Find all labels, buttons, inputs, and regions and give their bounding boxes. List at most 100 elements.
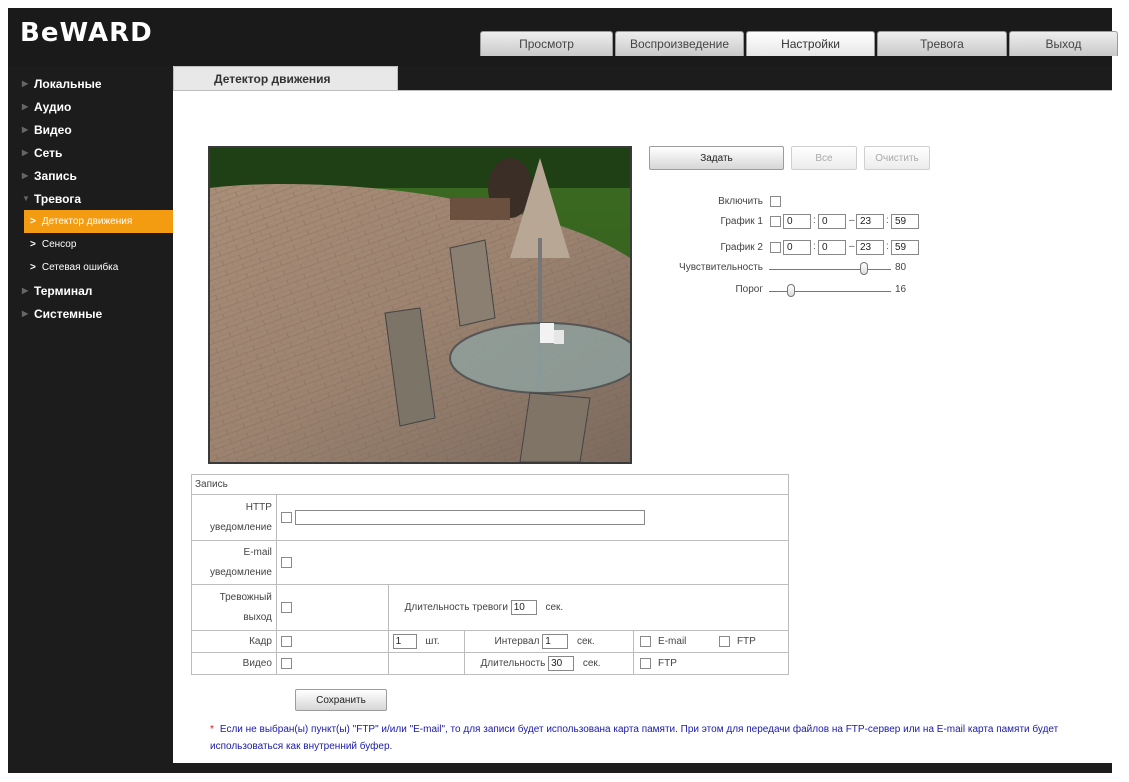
triangle-down-icon: ▼ <box>22 194 30 203</box>
divider <box>173 90 1112 91</box>
frame-checkbox[interactable] <box>280 635 292 647</box>
schedule2-checkbox[interactable] <box>770 242 781 253</box>
email-notify-checkbox[interactable] <box>280 556 292 568</box>
triangle-right-icon: ▶ <box>22 79 29 88</box>
alarm-duration-label: Длительность тревоги <box>404 602 508 614</box>
schedule2-label: График 2 <box>720 242 763 253</box>
sidebar-item-network[interactable]: ▶ Сеть <box>8 141 173 164</box>
sidebar-item-video[interactable]: ▶ Видео <box>8 118 173 141</box>
duration-input[interactable]: 30 <box>548 656 575 671</box>
threshold-label: Порог <box>735 284 763 295</box>
sidebar-item-system[interactable]: ▶ Системные <box>8 302 173 325</box>
camera-image <box>210 148 630 462</box>
footnote: * Если не выбран(ы) пункт(ы) "FTP" и/или … <box>210 721 1110 755</box>
schedule2-end-minute[interactable]: 59 <box>891 240 919 255</box>
record-header: Запись <box>191 474 789 495</box>
main-tabs: Просмотр Воспроизведение Настройки Трево… <box>480 31 1120 56</box>
video-preview[interactable] <box>208 146 632 464</box>
tab-strip <box>398 66 1112 90</box>
time-separator: : <box>813 215 816 226</box>
sidebar-item-label: Сеть <box>34 145 63 160</box>
threshold-slider-thumb[interactable] <box>787 284 796 297</box>
time-separator: : <box>886 215 889 226</box>
sidebar-item-audio[interactable]: ▶ Аудио <box>8 95 173 118</box>
alarm-duration-input[interactable]: 10 <box>510 600 537 615</box>
sensitivity-slider-track[interactable] <box>769 269 891 270</box>
chevron-right-icon: > <box>30 262 36 273</box>
frame-email-label: E-mail <box>658 636 687 648</box>
threshold-value: 16 <box>895 284 907 295</box>
footnote-text: Если не выбран(ы) пункт(ы) "FTP" и/или "… <box>210 724 1059 752</box>
http-url-input[interactable] <box>294 510 645 525</box>
sidebar-sub-sensor[interactable]: > Сенсор <box>8 233 173 256</box>
select-all-button[interactable]: Все <box>791 146 857 170</box>
sidebar-sub-label: Детектор движения <box>41 216 133 227</box>
sidebar-item-label: Аудио <box>34 99 72 114</box>
sensitivity-label: Чувствительность <box>679 262 763 273</box>
video-checkbox[interactable] <box>280 657 292 669</box>
duration-label: Длительность <box>480 658 546 670</box>
sidebar-item-label: Системные <box>34 306 103 321</box>
frame-count-unit: шт. <box>425 636 440 648</box>
tab-view[interactable]: Просмотр <box>480 31 613 56</box>
sidebar-sub-network-error[interactable]: > Сетевая ошибка <box>8 256 173 279</box>
range-dash: – <box>849 215 855 226</box>
triangle-right-icon: ▶ <box>22 102 29 111</box>
frame-count-input[interactable]: 1 <box>392 634 417 649</box>
sidebar-item-label: Видео <box>34 122 72 137</box>
schedule1-label: График 1 <box>720 216 763 227</box>
footnote-star: * <box>210 724 214 735</box>
brand-logo: BeWARD <box>20 18 153 48</box>
frame-ftp-checkbox[interactable] <box>719 635 731 647</box>
set-button[interactable]: Задать <box>649 146 784 170</box>
range-dash: – <box>849 241 855 252</box>
http-checkbox[interactable] <box>280 512 292 523</box>
triangle-right-icon: ▶ <box>22 148 29 157</box>
schedule1-end-hour[interactable]: 23 <box>856 214 884 229</box>
sidebar-sub-motion-detector[interactable]: > Детектор движения <box>24 210 173 233</box>
sidebar-sub-label: Сенсор <box>41 239 77 250</box>
content-tab-motion-detector[interactable]: Детектор движения <box>173 66 398 90</box>
sidebar-item-record[interactable]: ▶ Запись <box>8 164 173 187</box>
triangle-right-icon: ▶ <box>22 309 29 318</box>
sidebar-item-alarm[interactable]: ▼ Тревога <box>8 187 173 210</box>
tab-playback[interactable]: Воспроизведение <box>615 31 744 56</box>
sidebar-item-label: Локальные <box>34 76 102 91</box>
tab-logout[interactable]: Выход <box>1009 31 1118 56</box>
sensitivity-slider-thumb[interactable] <box>860 262 869 275</box>
chevron-right-icon: > <box>30 239 36 250</box>
time-separator: : <box>813 241 816 252</box>
schedule2-start-minute[interactable]: 0 <box>818 240 846 255</box>
sidebar-item-label: Запись <box>34 168 77 183</box>
sidebar-item-label: Тревога <box>34 191 82 206</box>
sidebar-item-label: Терминал <box>34 283 93 298</box>
schedule1-start-hour[interactable]: 0 <box>783 214 811 229</box>
frame-label: Кадр <box>191 630 277 653</box>
app-frame: BeWARD Просмотр Воспроизведение Настройк… <box>8 8 1118 773</box>
schedule1-checkbox[interactable] <box>770 216 781 227</box>
alarm-output-label: Тревожный выход <box>191 584 277 631</box>
frame-ftp-label: FTP <box>736 636 756 648</box>
schedule1-end-minute[interactable]: 59 <box>891 214 919 229</box>
header: BeWARD Просмотр Воспроизведение Настройк… <box>8 8 1118 66</box>
schedule2-start-hour[interactable]: 0 <box>783 240 811 255</box>
save-button[interactable]: Сохранить <box>295 689 387 711</box>
tab-settings[interactable]: Настройки <box>746 31 875 56</box>
schedule2-end-hour[interactable]: 23 <box>856 240 884 255</box>
alarm-output-checkbox[interactable] <box>280 601 292 613</box>
time-separator: : <box>886 241 889 252</box>
triangle-right-icon: ▶ <box>22 171 29 180</box>
sidebar-item-terminal[interactable]: ▶ Терминал <box>8 279 173 302</box>
frame-email-checkbox[interactable] <box>640 635 652 647</box>
sidebar-item-local[interactable]: ▶ Локальные <box>8 72 173 95</box>
enable-label: Включить <box>718 196 763 207</box>
record-table: Запись HTTP уведомление E-mail уведомлен… <box>191 474 790 675</box>
interval-input[interactable]: 1 <box>542 634 569 649</box>
email-notify-label: E-mail уведомление <box>191 540 277 585</box>
tab-alarm[interactable]: Тревога <box>877 31 1007 56</box>
sidebar-sub-label: Сетевая ошибка <box>41 262 119 273</box>
clear-button[interactable]: Очистить <box>864 146 930 170</box>
schedule1-start-minute[interactable]: 0 <box>818 214 846 229</box>
video-ftp-checkbox[interactable] <box>640 657 652 669</box>
enable-checkbox[interactable] <box>770 196 781 207</box>
